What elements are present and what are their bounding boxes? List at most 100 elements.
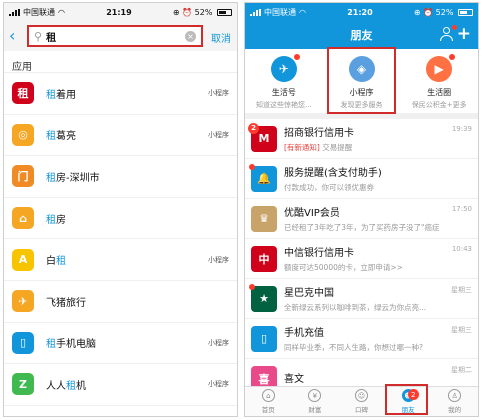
message-time: 17:50 xyxy=(451,205,472,213)
alarm-icon: ⏰ xyxy=(182,7,193,17)
profile-icon: ♙ xyxy=(448,389,462,402)
search-query[interactable]: 租 xyxy=(46,29,185,44)
search-bar: ‹ ⚲ 租 × 取消 xyxy=(4,21,237,51)
status-bar: 中国联通 ◠ 21:20 ⊕ ⏰ 52% xyxy=(245,3,478,21)
battery-percent: 52% xyxy=(435,7,454,17)
app-icon: 门 xyxy=(12,165,34,188)
alarm-icon: ⏰ xyxy=(423,7,434,17)
grid-item-subtitle: 发现更多服务 xyxy=(340,101,383,109)
avatar-glyph: ♛ xyxy=(259,212,269,225)
search-input[interactable]: ⚲ 租 × xyxy=(27,25,203,47)
app-icon: A xyxy=(12,248,34,271)
message-time: 星期二 xyxy=(451,366,472,374)
message-preview: 额度可达50000的卡，立即申请>> xyxy=(284,262,472,273)
app-name: 人人租机 xyxy=(46,377,208,392)
tab-home[interactable]: ⌂ 首页 xyxy=(245,387,292,416)
avatar-glyph: M xyxy=(258,132,270,145)
koubei-icon: ☺ xyxy=(354,389,368,402)
message-preview: [有新通知] 交易提醒 xyxy=(284,142,472,153)
clear-icon[interactable]: × xyxy=(185,30,196,42)
tab-label: 我的 xyxy=(448,406,462,414)
app-result-row[interactable]: ◎ 租葛亮 小程序 xyxy=(4,115,237,157)
message-row[interactable]: M 2 招商银行信用卡 [有新通知] 交易提醒 19:39 xyxy=(245,119,478,159)
message-title: 优酷VIP会员 xyxy=(284,208,340,219)
app-result-row[interactable]: Z 人人租机 小程序 xyxy=(4,364,237,406)
lock-rotation-icon: ⊕ xyxy=(413,7,421,17)
home-icon: ⌂ xyxy=(261,389,275,402)
avatar-glyph: 中 xyxy=(258,252,270,266)
app-result-row[interactable]: ⌂ 租房 xyxy=(4,198,237,240)
app-name-suffix: 房 xyxy=(56,214,66,226)
grid-item[interactable]: ◈ 小程序 发现更多服务 xyxy=(323,49,401,113)
grid-item-label: 生活号 xyxy=(271,88,296,97)
message-row[interactable]: 🔔 服务提醒(含支付助手) 付款成功，你可以领优惠券 xyxy=(245,159,478,199)
grid-item[interactable]: ✈ 生活号 知道这些惊艳您... xyxy=(245,49,323,113)
message-row[interactable]: ▯ 手机充值 同样毕业季，不同人生路，你想过哪一种? 星期三 xyxy=(245,319,478,359)
search-icon: ⚲ xyxy=(34,29,43,43)
message-preview-text: 付款成功，你可以领优惠券 xyxy=(284,183,374,192)
carrier-name: 中国联通 xyxy=(264,7,296,17)
chevron-left-icon[interactable]: ‹ xyxy=(9,28,23,44)
app-name: 租着用 xyxy=(46,86,208,101)
app-results-list: 租租着用 小程序 ◎ 租葛亮 小程序门租房-深圳市 ⌂ 租房 A 白租 小程序 ✈ 飞猪旅行 ▯ 租手机电… xyxy=(4,73,237,406)
app-result-row[interactable]: 租租着用 小程序 xyxy=(4,73,237,115)
unread-dot xyxy=(249,283,255,290)
message-row[interactable]: ♛ 优酷VIP会员 已经租了3年吃了3年，为了买药房子没了"癌症 17:50 xyxy=(245,199,478,239)
unread-badge: 2 xyxy=(407,389,419,400)
message-preview-text: 交易提醒 xyxy=(319,143,353,152)
app-result-row[interactable]: ▯ 租手机电脑 小程序 xyxy=(4,323,237,365)
message-row[interactable]: ★ 星巴克中国 全新绿云系列以咖啡到茶，绿云为你点亮... 星期三 xyxy=(245,279,478,319)
app-name: 租房 xyxy=(46,211,229,226)
contacts-icon[interactable] xyxy=(440,25,457,41)
app-result-row[interactable]: ✈ 飞猪旅行 xyxy=(4,281,237,323)
app-icon: ◎ xyxy=(12,123,34,146)
carrier-name: 中国联通 xyxy=(23,7,55,17)
tab-friends[interactable]: ☻朋友2 xyxy=(385,387,432,416)
mini-program-tag: 小程序 xyxy=(208,380,229,389)
avatar-glyph: 🔔 xyxy=(257,172,271,185)
app-name-suffix: 房-深圳市 xyxy=(56,172,100,184)
avatar-glyph: ★ xyxy=(259,292,269,305)
plus-icon[interactable]: + xyxy=(457,24,471,44)
grid-item-icon: ◈ xyxy=(348,56,375,82)
tab-label: 财富 xyxy=(308,406,322,414)
app-icon: ✈ xyxy=(12,290,34,313)
message-avatar: 🔔 xyxy=(249,163,277,192)
message-title: 星巴克中国 xyxy=(284,288,334,299)
message-list: M 2 招商银行信用卡 [有新通知] 交易提醒 19:39 🔔 服务提醒(含支付助手) 付款成… xyxy=(245,119,478,399)
message-row[interactable]: 中中信银行信用卡 额度可达50000的卡，立即申请>> 10:43 xyxy=(245,239,478,279)
message-preview: 同样毕业季，不同人生路，你想过哪一种? xyxy=(284,342,472,353)
unread-dot xyxy=(293,54,300,60)
mini-program-tag: 小程序 xyxy=(208,255,229,264)
message-avatar: ▯ xyxy=(251,325,277,352)
tab-koubei[interactable]: ☺ 口碑 xyxy=(338,387,385,416)
message-title: 喜文 xyxy=(284,373,304,385)
status-bar: 中国联通 ◠ 21:19 ⊕ ⏰ 52% xyxy=(4,3,237,21)
tab-profile[interactable]: ♙ 我的 xyxy=(431,387,478,416)
grid-item-subtitle: 知道这些惊艳您... xyxy=(255,101,312,109)
message-avatar: ♛ xyxy=(251,205,277,232)
grid-item-subtitle: 保民公积金+更多 xyxy=(411,101,467,109)
app-name-prefix: 人人 xyxy=(46,380,66,392)
app-icon: Z xyxy=(12,373,34,396)
unread-dot xyxy=(449,54,456,60)
friends-screen: 中国联通 ◠ 21:20 ⊕ ⏰ 52% 朋友 + ✈ 生活号 知道这些惊艳您...… xyxy=(244,2,479,417)
cancel-button[interactable]: 取消 xyxy=(211,30,231,45)
section-title: 应用 xyxy=(4,51,237,73)
tab-wealth[interactable]: ¥ 财富 xyxy=(292,387,339,416)
app-name-match: 租 xyxy=(46,131,56,143)
signal-icon xyxy=(9,8,20,16)
grid-item[interactable]: ▶ 生活圈 保民公积金+更多 xyxy=(400,49,478,113)
app-name-suffix: 葛亮 xyxy=(56,131,76,143)
app-icon: ▯ xyxy=(12,331,34,354)
tab-bar: ⌂首页¥财富☺口碑☻朋友2♙我的 xyxy=(245,384,478,416)
app-result-row[interactable]: 门租房-深圳市 xyxy=(4,156,237,198)
status-time: 21:20 xyxy=(347,7,373,17)
message-time: 10:43 xyxy=(451,245,472,253)
nav-bar: 朋友 + xyxy=(245,21,478,49)
unread-badge: 2 xyxy=(248,122,259,134)
app-name-match: 租 xyxy=(66,380,76,392)
app-name: 租房-深圳市 xyxy=(46,169,229,184)
tab-label: 朋友 xyxy=(401,406,415,414)
app-result-row[interactable]: A 白租 小程序 xyxy=(4,239,237,281)
